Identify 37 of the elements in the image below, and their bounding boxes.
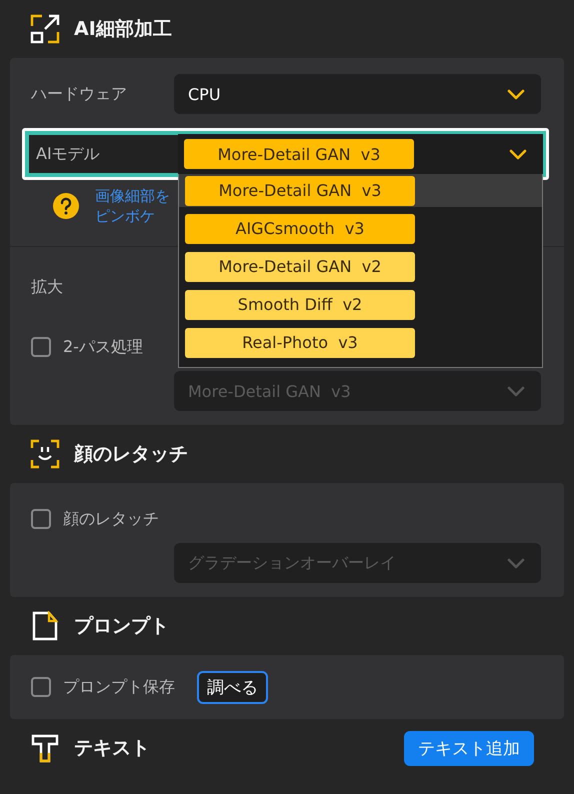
- model-tag: AIGCsmooth v3: [185, 214, 415, 244]
- text-icon: [30, 733, 60, 763]
- document-icon: [30, 611, 60, 641]
- model-tag: More-Detail GAN v3: [184, 139, 414, 169]
- hardware-dropdown[interactable]: CPU: [174, 74, 541, 114]
- field-label: 拡大: [31, 276, 64, 298]
- field-label: AIモデル: [36, 144, 101, 164]
- model-tag: More-Detail GAN v2: [185, 252, 415, 282]
- field-label: ハードウェア: [31, 84, 128, 104]
- chevron-down-icon: [509, 148, 527, 160]
- face-icon: [30, 439, 60, 469]
- model-tag: More-Detail GAN v3: [185, 176, 415, 206]
- model-tag: Real-Photo v3: [185, 328, 415, 358]
- search-button[interactable]: 調べる: [197, 670, 268, 704]
- section-title: 顔のレタッチ: [74, 442, 188, 467]
- model-tag: Smooth Diff v2: [185, 290, 415, 320]
- enlarge-icon: [30, 14, 60, 44]
- checkbox[interactable]: [31, 509, 51, 529]
- checkbox-label: 顔のレタッチ: [63, 508, 159, 530]
- add-text-button[interactable]: テキスト追加: [404, 730, 534, 766]
- section-title: テキスト: [74, 736, 150, 761]
- help-icon: [53, 193, 79, 219]
- dropdown-option[interactable]: Smooth Diff v2: [179, 288, 542, 321]
- checkbox-label: 2-パス処理: [63, 336, 143, 358]
- help-link[interactable]: 画像細部を: [95, 186, 170, 206]
- checkbox-label: プロンプト保存: [63, 676, 175, 698]
- dropdown-option[interactable]: Real-Photo v3: [179, 326, 542, 359]
- section-title: AI細部加工: [74, 17, 172, 42]
- chevron-down-icon: [507, 558, 525, 568]
- dropdown-option[interactable]: More-Detail GAN v2: [179, 250, 542, 283]
- chevron-down-icon: [507, 386, 525, 396]
- section-title: プロンプト: [74, 614, 169, 639]
- chevron-down-icon: [507, 88, 525, 100]
- checkbox[interactable]: [31, 677, 51, 697]
- help-link[interactable]: ピンボケ: [95, 206, 170, 226]
- dropdown-option[interactable]: AIGCsmooth v3: [179, 212, 542, 245]
- dropdown-option[interactable]: More-Detail GAN v3: [179, 174, 542, 207]
